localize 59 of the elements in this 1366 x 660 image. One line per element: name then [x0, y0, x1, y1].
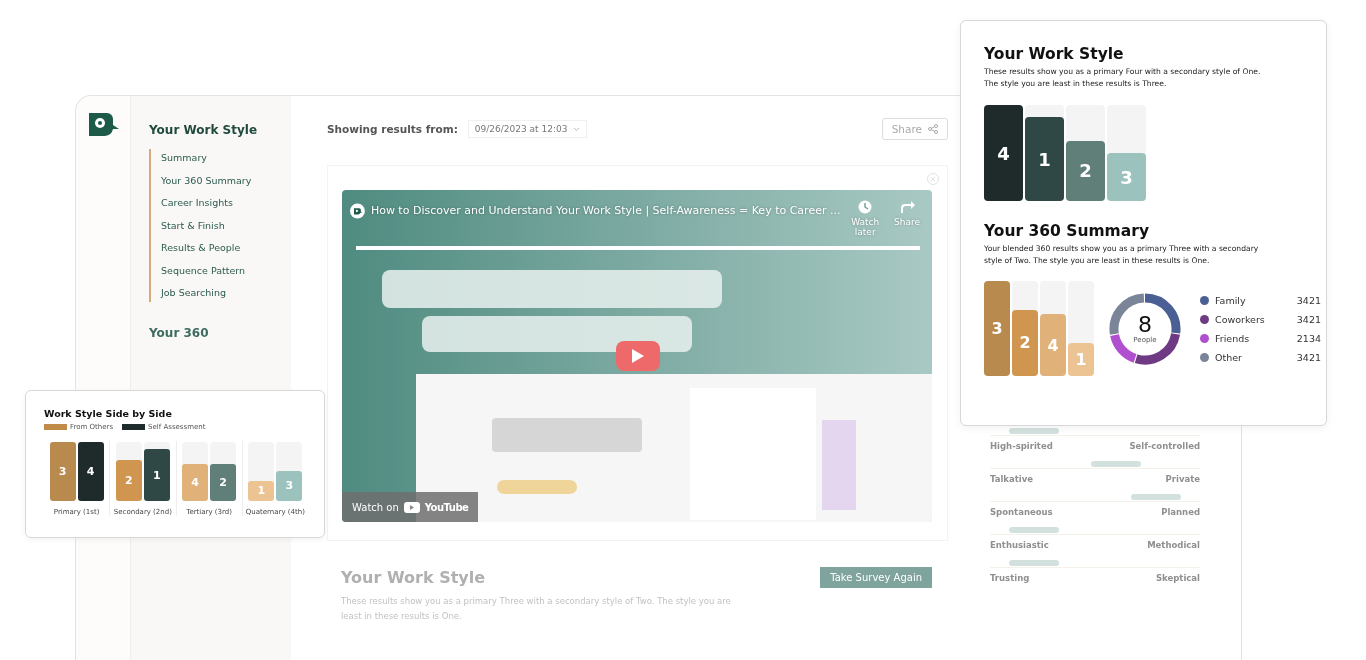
nav-item[interactable]: Your 360 Summary	[161, 173, 291, 187]
trait-label: Enthusiastic	[990, 540, 1049, 550]
nav-item[interactable]: Results & People	[161, 241, 291, 255]
share-icon	[928, 124, 938, 134]
style-bar: 2	[1066, 140, 1105, 201]
trait-label: Spontaneous	[990, 507, 1053, 517]
logo-icon[interactable]	[86, 110, 120, 138]
nav-item[interactable]: Start & Finish	[161, 218, 291, 232]
date-select[interactable]: 09/26/2023 at 12:03	[467, 120, 588, 138]
trait-label: Talkative	[990, 474, 1034, 484]
results-label: Showing results from:	[327, 123, 458, 135]
caret-icon	[573, 126, 581, 132]
card-title: Your Work Style	[984, 45, 1125, 63]
trait-label: Private	[1165, 474, 1200, 484]
legend-label: Friends	[1215, 332, 1251, 344]
legend-value: 2134	[1295, 332, 1321, 344]
style-bar: 3	[984, 281, 1010, 376]
watch-on-youtube-button[interactable]: Watch on YouTube	[342, 492, 479, 522]
style-bar: 2	[210, 463, 237, 501]
trait-label: Methodical	[1147, 540, 1200, 550]
style-bar: 2	[115, 459, 142, 501]
nav-item[interactable]: Summary	[161, 151, 291, 165]
section-title: Your Work Style	[341, 568, 486, 587]
trait-label: Planned	[1161, 507, 1200, 517]
legend-label: Coworkers	[1215, 313, 1266, 325]
style-bar: 1	[143, 449, 170, 501]
style-bar: 1	[248, 480, 275, 501]
card-title: Work Style Side by Side	[44, 408, 173, 419]
style-bar: 3	[1107, 153, 1146, 201]
style-bar: 4	[182, 463, 209, 501]
legend-value: 3421	[1295, 351, 1321, 363]
play-button[interactable]	[616, 341, 660, 371]
style-bar: 1	[1025, 117, 1064, 201]
nav-heading[interactable]: Your 360	[149, 325, 291, 340]
play-icon	[632, 349, 644, 363]
share-arrow-icon	[899, 200, 915, 214]
nav-item[interactable]: Job Searching	[161, 286, 291, 300]
clock-icon	[858, 200, 873, 214]
legend-label: Family	[1215, 294, 1247, 306]
play-logo-icon	[403, 501, 420, 513]
trait-label: Skeptical	[1155, 573, 1200, 583]
trait-label: Trusting	[990, 573, 1030, 583]
nav-heading[interactable]: Your Work Style	[149, 123, 291, 137]
legend-label: Other	[1215, 351, 1243, 363]
style-bar: 3	[49, 442, 76, 501]
style-bar: 4	[77, 442, 104, 501]
card-title: Your 360 Summary	[984, 222, 1150, 240]
style-bar: 3	[276, 470, 303, 501]
style-bar: 1	[1068, 342, 1094, 376]
people-count: 8	[1138, 313, 1152, 336]
trait-label: High-spirited	[990, 441, 1053, 451]
nav-item[interactable]: Career Insights	[161, 196, 291, 210]
style-bar: 2	[1012, 309, 1038, 376]
style-bar: 4	[1040, 314, 1066, 376]
legend-value: 3421	[1295, 294, 1321, 306]
style-bar: 4	[984, 105, 1023, 201]
trait-label: Self-controlled	[1129, 441, 1200, 451]
nav-item[interactable]: Sequence Pattern	[161, 263, 291, 277]
legend-value: 3421	[1295, 313, 1321, 325]
